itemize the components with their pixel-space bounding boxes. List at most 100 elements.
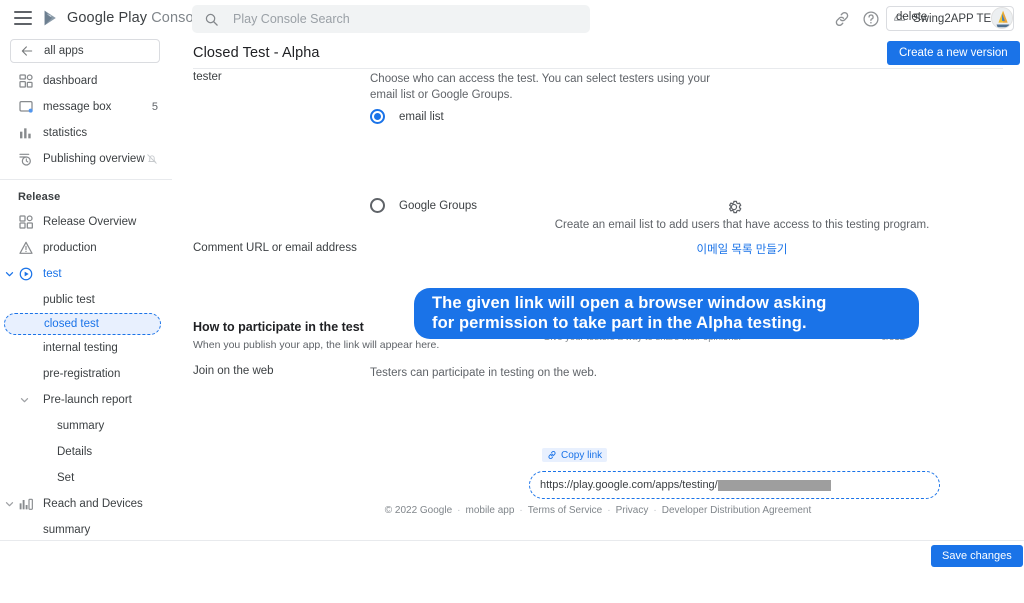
all-apps-label: all apps bbox=[44, 45, 84, 57]
sidebar-item-internal-testing[interactable]: internal testing bbox=[0, 335, 172, 361]
gear-icon bbox=[725, 198, 743, 216]
comment-url-label: Comment URL or email address bbox=[193, 242, 357, 254]
delete-button[interactable]: delete bbox=[890, 10, 933, 24]
create-new-version-button[interactable]: Create a new version bbox=[887, 41, 1020, 65]
sidebar-item-pre-registration[interactable]: pre-registration bbox=[0, 361, 172, 387]
avatar[interactable] bbox=[991, 7, 1013, 29]
email-list-note: Create an email list to add users that h… bbox=[542, 219, 942, 231]
brand-text: Google Play Console bbox=[67, 10, 205, 26]
search-input[interactable]: Play Console Search bbox=[192, 5, 590, 33]
bottom-action-bar bbox=[0, 540, 1024, 576]
callout-line-2: for permission to take part in the Alpha… bbox=[432, 314, 826, 333]
copy-link-button[interactable]: Copy link bbox=[542, 448, 607, 462]
sidebar-label: production bbox=[43, 242, 172, 254]
all-apps-back-button[interactable]: all apps bbox=[10, 39, 160, 63]
scrollbar-track[interactable] bbox=[1016, 68, 1024, 535]
sidebar-label: Set bbox=[57, 472, 172, 484]
sidebar-label: test bbox=[43, 268, 172, 280]
play-console-page: Google Play Console Play Console Search bbox=[0, 0, 1024, 576]
test-url-box[interactable]: https://play.google.com/apps/testing/ bbox=[529, 471, 940, 499]
content-top-divider bbox=[193, 68, 1003, 69]
sidebar-item-prelaunch-details[interactable]: Details bbox=[0, 439, 172, 465]
sidebar-label: public test bbox=[43, 294, 172, 306]
sidebar-item-closed-test[interactable]: closed test bbox=[4, 313, 161, 335]
sidebar-item-dashboard[interactable]: dashboard bbox=[0, 68, 172, 94]
sidebar-item-publishing-overview[interactable]: Publishing overview bbox=[0, 146, 172, 172]
sidebar-label: message box bbox=[43, 101, 152, 113]
sidebar-item-message-box[interactable]: message box 5 bbox=[0, 94, 172, 120]
search-icon bbox=[204, 12, 219, 27]
inbox-icon bbox=[18, 99, 34, 115]
sidebar-item-pre-launch-report[interactable]: Pre-launch report bbox=[0, 387, 172, 413]
sidebar-item-reach-and-devices[interactable]: Reach and Devices bbox=[0, 491, 172, 517]
sidebar-label: internal testing bbox=[43, 342, 172, 354]
radio-email-list-label: email list bbox=[399, 111, 444, 123]
sidebar-label: Publishing overview bbox=[43, 153, 146, 165]
sidebar-item-production[interactable]: production bbox=[0, 235, 172, 261]
dashboard-icon bbox=[18, 73, 34, 89]
play-circle-icon bbox=[18, 266, 34, 282]
footer-copyright: © 2022 Google bbox=[385, 505, 452, 516]
sidebar-label: summary bbox=[43, 524, 172, 536]
sidebar-item-public-test[interactable]: public test bbox=[0, 287, 172, 313]
message-count-badge: 5 bbox=[152, 101, 172, 113]
footer-link-privacy[interactable]: Privacy bbox=[616, 505, 649, 516]
footer: © 2022 Google·mobile app·Terms of Servic… bbox=[172, 505, 1024, 516]
chevron-down-icon[interactable] bbox=[5, 270, 14, 279]
sidebar-item-test[interactable]: test bbox=[0, 261, 172, 287]
sidebar-label: summary bbox=[57, 420, 172, 432]
footer-separator: · bbox=[648, 505, 661, 516]
copy-link-label: Copy link bbox=[561, 450, 602, 461]
sidebar-item-prelaunch-summary[interactable]: summary bbox=[0, 413, 172, 439]
create-email-list-link[interactable]: 이메일 목록 만들기 bbox=[542, 241, 942, 257]
callout-line-1: The given link will open a browser windo… bbox=[432, 294, 826, 313]
link-chain-icon bbox=[547, 450, 557, 460]
radio-google-groups-label: Google Groups bbox=[399, 200, 477, 212]
gear-icon-wrapper bbox=[725, 198, 743, 216]
footer-link-mobile-app[interactable]: mobile app bbox=[466, 505, 515, 516]
sidebar-label: dashboard bbox=[43, 75, 172, 87]
join-on-web-description: Testers can participate in testing on th… bbox=[370, 365, 700, 381]
footer-link-developer-agreement[interactable]: Developer Distribution Agreement bbox=[662, 505, 812, 516]
arrow-left-icon bbox=[20, 44, 34, 58]
page-title: Closed Test - Alpha bbox=[193, 45, 320, 61]
radio-email-list[interactable]: email list bbox=[370, 109, 444, 124]
devices-chart-icon bbox=[18, 496, 34, 512]
save-changes-button[interactable]: Save changes bbox=[931, 545, 1023, 567]
radio-email-list-indicator[interactable] bbox=[370, 109, 385, 124]
tester-description: Choose who can access the test. You can … bbox=[370, 71, 715, 104]
sidebar-label: pre-registration bbox=[43, 368, 172, 380]
sidebar-item-statistics[interactable]: statistics bbox=[0, 120, 172, 146]
sidebar-item-prelaunch-set[interactable]: Set bbox=[0, 465, 172, 491]
participate-section-title: How to participate in the test bbox=[193, 320, 364, 334]
radio-google-groups[interactable]: Google Groups bbox=[370, 198, 477, 213]
sidebar: dashboard message box 5 statistics bbox=[0, 68, 172, 576]
footer-link-terms[interactable]: Terms of Service bbox=[528, 505, 602, 516]
participate-section-subtitle: When you publish your app, the link will… bbox=[193, 339, 439, 351]
brand-logo-group[interactable]: Google Play Console bbox=[42, 9, 205, 27]
sidebar-label: Pre-launch report bbox=[43, 394, 172, 406]
sidebar-label: closed test bbox=[44, 318, 160, 330]
footer-separator: · bbox=[452, 505, 465, 516]
chevron-down-icon[interactable] bbox=[20, 396, 29, 405]
help-circle-icon[interactable] bbox=[862, 10, 880, 28]
radio-google-groups-indicator[interactable] bbox=[370, 198, 385, 213]
bell-off-icon bbox=[146, 153, 158, 165]
footer-separator: · bbox=[514, 505, 527, 516]
top-bar: Google Play Console Play Console Search bbox=[0, 0, 1024, 38]
sidebar-section-release: Release bbox=[0, 180, 172, 209]
search-placeholder: Play Console Search bbox=[233, 12, 350, 26]
grid-icon bbox=[18, 214, 34, 230]
sidebar-item-release-overview[interactable]: Release Overview bbox=[0, 209, 172, 235]
tester-section-label: tester bbox=[193, 71, 222, 83]
footer-separator: · bbox=[602, 505, 615, 516]
link-icon[interactable] bbox=[833, 10, 851, 28]
hamburger-menu-icon[interactable] bbox=[14, 11, 32, 25]
chevron-down-icon[interactable] bbox=[5, 500, 14, 509]
redacted-url-block bbox=[718, 480, 831, 491]
sidebar-label: Details bbox=[57, 446, 172, 458]
sidebar-label: Release Overview bbox=[43, 216, 172, 228]
alert-triangle-icon bbox=[18, 240, 34, 256]
google-play-icon bbox=[42, 9, 60, 27]
test-url-text: https://play.google.com/apps/testing/ bbox=[540, 479, 718, 491]
